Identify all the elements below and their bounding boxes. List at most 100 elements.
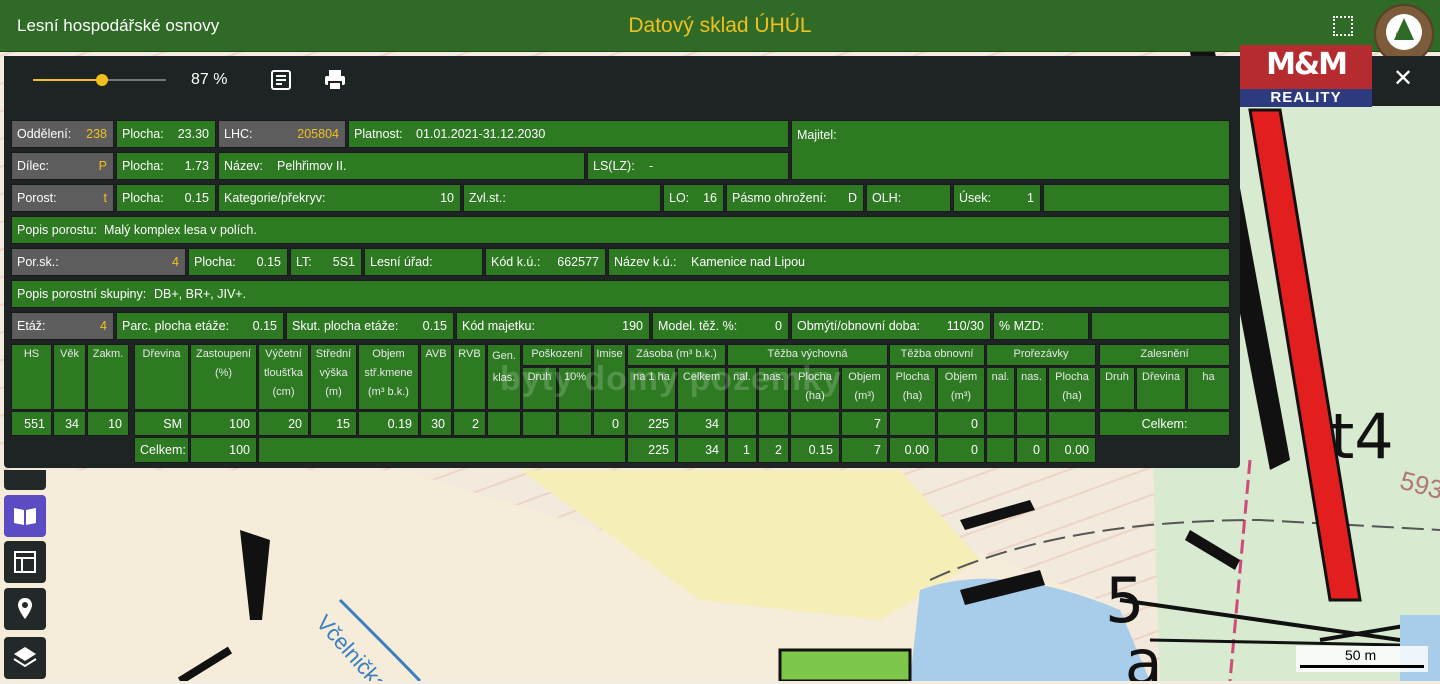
sidebar-button-partial[interactable]: [4, 470, 46, 490]
book-icon: [14, 508, 36, 525]
plocha-value: 23.30: [177, 127, 209, 141]
popis-porostu-cell: Popis porostu: Malý komplex lesa v polích…: [11, 216, 1230, 244]
plocha-value: 0.15: [256, 255, 281, 269]
usek-cell: Úsek: 1: [953, 184, 1041, 212]
zoom-label: 87 %: [191, 71, 228, 88]
cell-vyska: 15: [310, 411, 357, 436]
header-nas: nas.: [1016, 367, 1047, 410]
book-button[interactable]: [4, 495, 46, 537]
header-text: Výčetní: [265, 348, 302, 360]
lo-label: LO:: [669, 191, 690, 205]
header-objem-m3: Objem (m³): [841, 367, 888, 410]
header-text: Plocha: [1055, 371, 1089, 383]
header-text: Objem: [944, 371, 978, 383]
lesni-urad-label: Lesní úřad:: [370, 255, 433, 269]
cell-pr-nas: [1016, 411, 1047, 436]
plocha-dilec-cell: Plocha: 1.73: [116, 152, 216, 180]
total-tv-plocha: 0.15: [790, 437, 840, 463]
header-vyska: Střední výška (m): [310, 344, 357, 410]
header-zastoupeni-text: Zastoupení: [195, 348, 252, 360]
plocha-value: 1.73: [184, 159, 209, 173]
ls-value: -: [649, 159, 654, 173]
porsk-cell: Por.sk.: 4: [11, 248, 186, 276]
empty-cell: [1091, 312, 1230, 340]
plocha-label: Plocha:: [194, 255, 236, 269]
header-drevina-text: Dřevina: [142, 348, 181, 360]
kategorie-label: Kategorie/překryv:: [224, 191, 326, 205]
etaz-cell: Etáž: 4: [11, 312, 114, 340]
header-text: Zalesnění: [1140, 348, 1189, 360]
cell-posk-druh: [522, 411, 557, 436]
lhc-cell: LHC: 205804: [218, 120, 346, 148]
layout-button[interactable]: [4, 541, 46, 583]
mm-reality-logo: M&M REALITY: [1240, 45, 1372, 107]
nazev-ku-cell: Název k.ú.: Kamenice nad Lipou: [608, 248, 1230, 276]
header-tloustka: Výčetní tloušťka (cm): [258, 344, 309, 410]
header-text: Objem: [848, 371, 881, 383]
header-text: Těžba výchovná: [767, 348, 848, 360]
kod-majetku-label: Kód majetku:: [462, 319, 535, 333]
header-text: Objem: [372, 348, 405, 360]
header-nal: nal.: [986, 367, 1015, 410]
popis-porostu-value: Malý komplex lesa v polích.: [104, 223, 257, 237]
zoom-slider-fill: [33, 79, 103, 81]
header-text: ha: [1202, 371, 1215, 383]
plocha-oddeleni-cell: Plocha: 23.30: [116, 120, 216, 148]
kod-majetku-cell: Kód majetku: 190: [456, 312, 650, 340]
logo-text: ÚHÚL: [1395, 32, 1413, 39]
lo-cell: LO: 16: [663, 184, 724, 212]
porost-value: t: [103, 191, 107, 205]
plocha-label: Plocha:: [122, 191, 164, 205]
header-druh: Druh: [1099, 367, 1135, 410]
header-unit: (cm): [272, 386, 295, 398]
header-drevina: Dřevina: [1136, 367, 1186, 410]
location-button[interactable]: [4, 588, 46, 630]
nazev-ku-label: Název k.ú.:: [614, 255, 677, 269]
map-label-t4: t4: [1330, 400, 1394, 473]
lhc-value: 205804: [297, 127, 339, 141]
select-area-icon[interactable]: [1333, 16, 1353, 36]
obmyti-label: Obmýtí/obnovní doba:: [797, 319, 920, 333]
map-label-5a: 5 a: [1105, 564, 1163, 682]
header-text: Zásoba (m³ b.k.): [636, 348, 717, 360]
lo-value: 16: [703, 191, 717, 205]
plocha-porost-cell: Plocha: 0.15: [116, 184, 216, 212]
platnost-label: Platnost:: [354, 127, 403, 141]
header-unit: (%): [214, 367, 233, 379]
plocha-value: 0.15: [184, 191, 209, 205]
header-text: Poškození: [531, 348, 583, 360]
notes-icon[interactable]: [269, 68, 293, 92]
platnost-cell: Platnost: 01.01.2021-31.12.2030: [348, 120, 789, 148]
model-tez-label: Model. těž. %:: [658, 319, 738, 333]
majitel-label: Majitel:: [797, 128, 837, 142]
header-text: Plocha: [895, 371, 930, 383]
oddeleni-label: Oddělení:: [17, 127, 72, 141]
header-text: tloušťka: [264, 367, 303, 379]
skut-plocha-cell: Skut. plocha etáže: 0.15: [286, 312, 454, 340]
popis-skupiny-label: Popis porostní skupiny:: [17, 287, 147, 301]
print-icon[interactable]: [323, 68, 347, 92]
lesni-urad-cell: Lesní úřad:: [364, 248, 483, 276]
zvlst-label: Zvl.st.:: [469, 191, 506, 205]
header-rvb: RVB: [453, 344, 486, 410]
close-button[interactable]: ✕: [1392, 67, 1414, 91]
skut-plocha-value: 0.15: [422, 319, 447, 333]
header-text: RVB: [458, 348, 481, 360]
header-plocha-ha: Plocha (ha): [889, 367, 936, 410]
pasmo-label: Pásmo ohrožení:: [732, 191, 827, 205]
location-pin-icon: [18, 598, 32, 619]
cell-avb: 30: [420, 411, 452, 436]
header-ha: ha: [1187, 367, 1230, 410]
cell-rvb: 2: [453, 411, 486, 436]
kod-ku-label: Kód k.ú.:: [491, 255, 541, 269]
porost-label: Porost:: [17, 191, 57, 205]
header-zakm-text: Zakm.: [92, 348, 124, 360]
total-tv-objem: 7: [841, 437, 888, 463]
mzd-label: % MZD:: [999, 319, 1045, 333]
layers-button[interactable]: [4, 637, 46, 679]
oddeleni-value: 238: [86, 127, 107, 141]
nazev-label: Název:: [224, 159, 263, 173]
header-text: výška: [319, 367, 348, 379]
uhul-logo[interactable]: ÚHÚL: [1374, 4, 1434, 64]
total-to-objem: 0: [937, 437, 985, 463]
